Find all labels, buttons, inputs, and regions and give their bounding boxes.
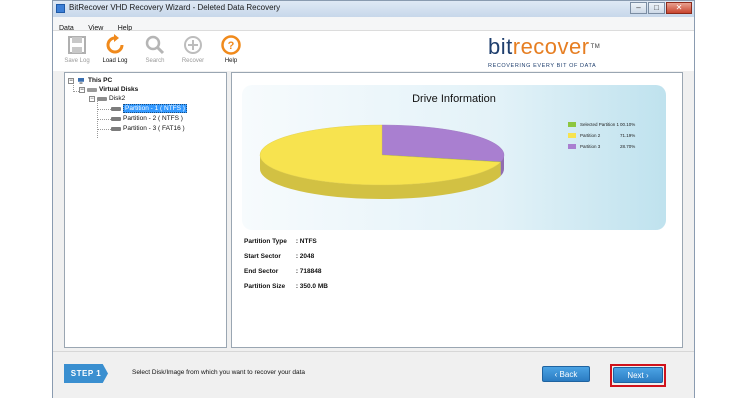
tree-label-disk2: Disk2 (109, 95, 126, 102)
partition-size-label: Partition Size (244, 283, 286, 290)
legend-value: 00.10% (620, 122, 636, 127)
drive-icon (87, 87, 97, 92)
tree-label-partition-1: Partition - 1 ( NTFS ) (123, 104, 187, 113)
recover-button[interactable]: Recover (177, 34, 209, 68)
partition-type-row: Partition Type : NTFS (244, 238, 317, 245)
window-title: BitRecover VHD Recovery Wizard - Deleted… (69, 3, 281, 12)
menu-bar: Data View Help (53, 17, 694, 32)
partition-size-row: Partition Size : 350.0 MB (244, 283, 328, 290)
svg-text:?: ? (228, 40, 235, 52)
start-sector-row: Start Sector : 2048 (244, 253, 314, 260)
step-instruction: Select Disk/Image from which you want to… (132, 369, 306, 376)
app-window: BitRecover VHD Recovery Wizard - Deleted… (52, 0, 695, 398)
computer-icon (78, 77, 84, 84)
start-sector-value: : 2048 (295, 253, 315, 260)
legend-swatch (568, 144, 576, 149)
recover-label: Recover (181, 58, 205, 64)
search-icon (145, 35, 165, 55)
tree-node-partition-3[interactable]: Partition - 3 ( FAT16 ) (111, 124, 185, 133)
collapse-toggle-icon[interactable]: − (79, 86, 85, 93)
logo-recover-text: recover (512, 34, 590, 59)
collapse-toggle-icon[interactable]: − (68, 77, 74, 84)
plus-circle-icon (184, 36, 202, 54)
tree-label-this-pc: This PC (88, 77, 113, 84)
tree-label-virtual-disks: Virtual Disks (99, 86, 139, 93)
end-sector-value: : 718848 (295, 268, 322, 275)
legend-swatch (568, 122, 576, 127)
partition-icon (111, 126, 121, 131)
next-button[interactable]: Next › (613, 367, 663, 383)
collapse-toggle-icon[interactable]: − (89, 95, 95, 102)
end-sector-row: End Sector : 718848 (244, 268, 321, 275)
search-label: Search (145, 58, 165, 64)
bitrecover-logo: bitrecoverTM RECOVERING EVERY BIT OF DAT… (488, 34, 648, 70)
tree-label-partition-2: Partition - 2 ( NTFS ) (123, 115, 183, 122)
partition-icon (111, 116, 121, 121)
app-icon (56, 4, 65, 13)
partition-type-value: : NTFS (295, 238, 317, 245)
step-indicator: STEP 1 (64, 364, 108, 383)
drive-info-chart-card: Drive Information Selected Partition 1 00… (242, 85, 666, 230)
tree-label-partition-3: Partition - 3 ( FAT16 ) (123, 125, 185, 132)
legend-value: 71.19% (620, 133, 636, 138)
tree-node-partition-1[interactable]: Partition - 1 ( NTFS ) (111, 104, 187, 113)
tree-node-virtual-disks[interactable]: − Virtual Disks (79, 85, 138, 94)
legend-label: Partition 2 (580, 133, 601, 138)
legend-item-2: Partition 2 71.19% (568, 130, 635, 141)
window-controls: – □ ✕ (629, 2, 692, 15)
save-log-label: Save Log (64, 58, 90, 64)
partition-icon (111, 106, 121, 111)
load-log-button[interactable]: Load Log (99, 34, 131, 68)
tree-node-partition-2[interactable]: Partition - 2 ( NTFS ) (111, 114, 183, 123)
close-button[interactable]: ✕ (666, 2, 692, 14)
partition-type-label: Partition Type (244, 238, 287, 245)
save-log-button[interactable]: Save Log (61, 34, 93, 68)
minimize-button[interactable]: – (630, 2, 647, 14)
legend-label: Selected Partition 1 (580, 122, 620, 127)
legend-item-1: Selected Partition 1 00.10% (568, 119, 635, 130)
title-bar[interactable]: BitRecover VHD Recovery Wizard - Deleted… (53, 1, 694, 17)
load-log-label: Load Log (102, 58, 128, 64)
drive-info-panel: Drive Information Selected Partition 1 00… (231, 72, 683, 348)
legend-label: Partition 3 (580, 144, 601, 149)
chart-title: Drive Information (412, 93, 496, 105)
wizard-footer: STEP 1 Select Disk/Image from which you … (53, 351, 694, 398)
logo-tagline: RECOVERING EVERY BIT OF DATA (488, 63, 597, 69)
back-button[interactable]: ‹ Back (542, 366, 590, 382)
chart-legend: Selected Partition 1 00.10% Partition 2 71.… (568, 119, 635, 152)
help-button[interactable]: ? Help (215, 34, 247, 68)
legend-swatch (568, 133, 576, 138)
tree-node-disk2[interactable]: − Disk2 (89, 94, 125, 103)
pie-chart (259, 124, 505, 199)
reload-icon (106, 34, 124, 54)
end-sector-label: End Sector (244, 268, 279, 275)
help-icon: ? (221, 35, 241, 55)
maximize-button[interactable]: □ (648, 2, 665, 14)
legend-item-3: Partition 3 28.70% (568, 141, 635, 152)
legend-value: 28.70% (620, 144, 636, 149)
drive-tree-panel: − This PC − Virtual Disks − Disk2 Partit… (64, 72, 227, 348)
logo-bit-text: bit (488, 34, 513, 59)
tree-node-this-pc[interactable]: − This PC (68, 76, 112, 85)
help-label: Help (224, 58, 238, 64)
floppy-disk-icon (68, 36, 86, 54)
logo-trademark: TM (590, 44, 601, 50)
search-button[interactable]: Search (139, 34, 171, 68)
start-sector-label: Start Sector (244, 253, 281, 260)
disk-icon (97, 96, 107, 101)
partition-size-value: : 350.0 MB (295, 283, 328, 290)
